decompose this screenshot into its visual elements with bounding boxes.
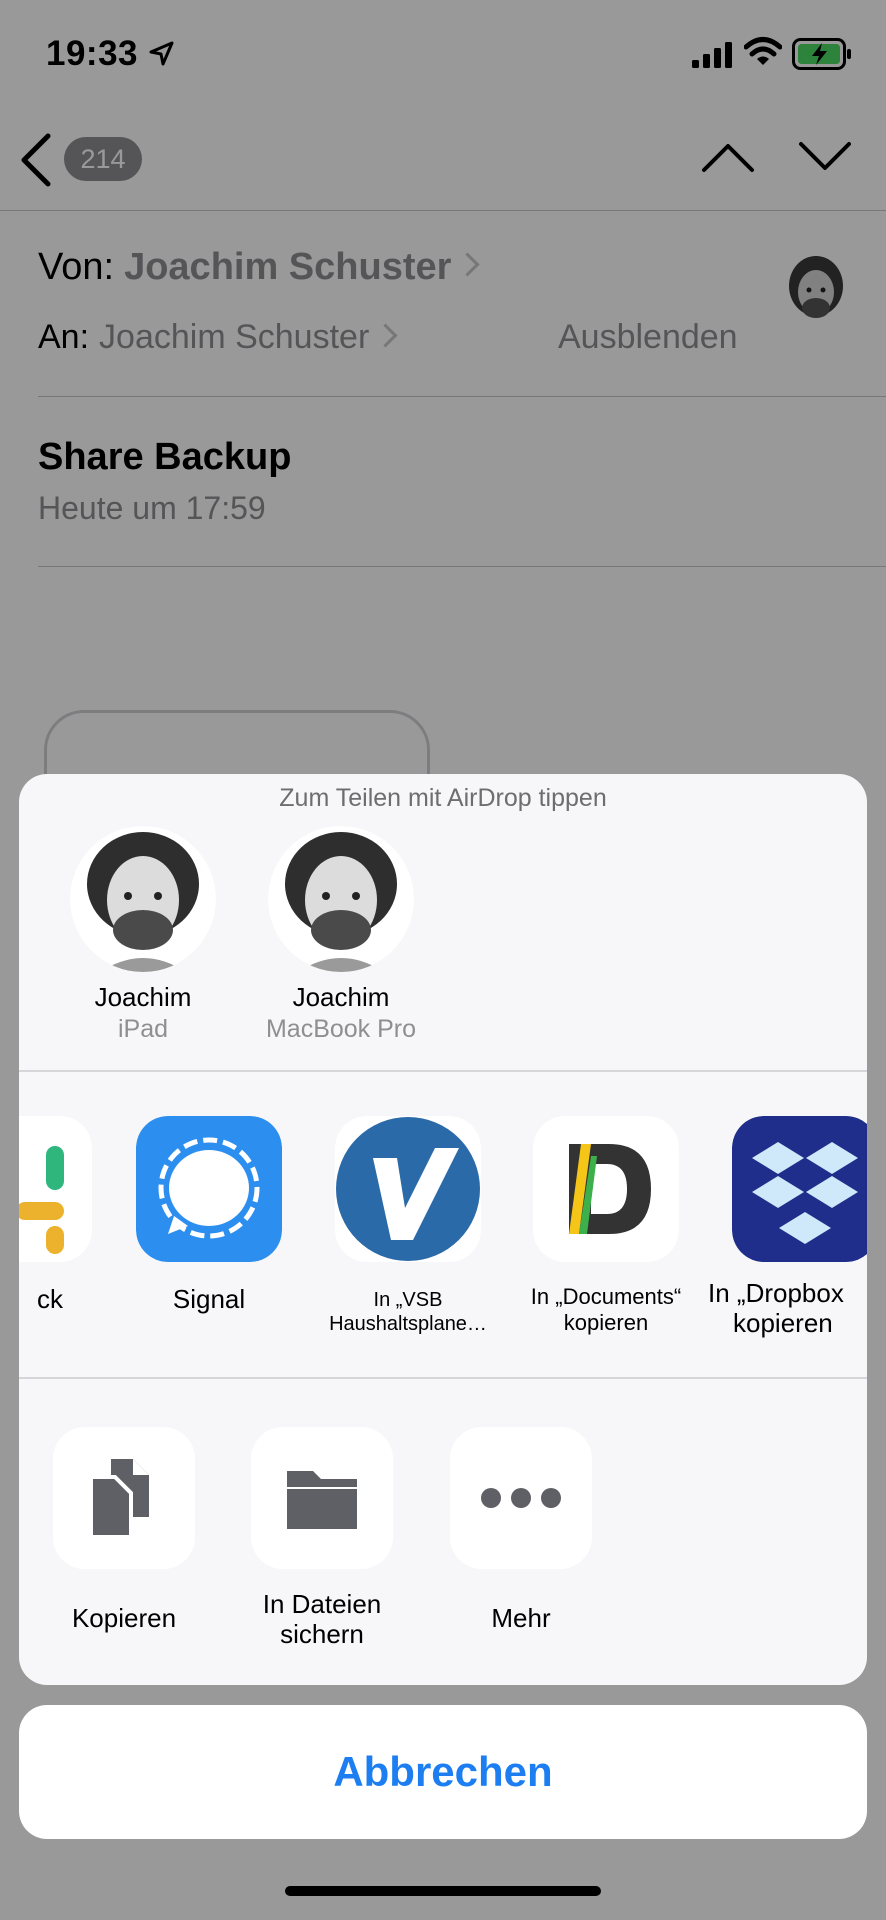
share-app-slack[interactable]: ck (19, 1116, 119, 1314)
app-label-line: kopieren (733, 1308, 833, 1338)
contact-avatar (268, 826, 414, 972)
airdrop-device: iPad (117, 1015, 169, 1043)
airdrop-target-macbook[interactable]: Joachim MacBook Pro (231, 826, 451, 1044)
airdrop-target-ipad[interactable]: Joachim iPad (33, 826, 253, 1044)
app-label: ck (37, 1284, 63, 1314)
vsb-icon (335, 1116, 481, 1262)
action-label: Mehr (491, 1603, 551, 1633)
signal-icon (136, 1116, 282, 1262)
airdrop-hint: Zum Teilen mit AirDrop tippen (279, 784, 607, 812)
app-label: In „VSB Haushaltsplane… (308, 1288, 508, 1336)
app-label: In „Documents“ kopieren (506, 1284, 706, 1336)
dropbox-icon (732, 1116, 867, 1262)
home-indicator[interactable] (285, 1886, 601, 1896)
divider (19, 1070, 867, 1072)
folder-icon (251, 1427, 393, 1569)
more-icon (450, 1427, 592, 1569)
action-copy[interactable]: Kopieren (24, 1427, 224, 1633)
app-label-line: In „VSB (373, 1289, 443, 1311)
airdrop-device: MacBook Pro (265, 1015, 417, 1043)
app-label: Signal (172, 1284, 246, 1314)
airdrop-name: Joachim (94, 982, 192, 1012)
divider (19, 1377, 867, 1379)
airdrop-name: Joachim (292, 982, 390, 1012)
app-label-line: kopieren (563, 1310, 649, 1335)
action-label: Kopieren (71, 1603, 177, 1633)
share-app-vsb[interactable]: In „VSB Haushaltsplane… (308, 1116, 508, 1336)
action-label: In Dateien sichern (222, 1589, 422, 1649)
action-label-line: sichern (280, 1619, 364, 1649)
app-label-line: In „Dropbox (708, 1278, 844, 1308)
action-save-to-files[interactable]: In Dateien sichern (222, 1427, 422, 1649)
contact-avatar (70, 826, 216, 972)
slack-icon (19, 1116, 92, 1262)
app-label-line: Haushaltsplane… (329, 1313, 487, 1335)
app-label: In „Dropbox kopieren (705, 1278, 867, 1338)
share-app-documents[interactable]: In „Documents“ kopieren (506, 1116, 706, 1336)
copy-icon (53, 1427, 195, 1569)
cancel-button[interactable]: Abbrechen (19, 1705, 867, 1839)
app-label-line: In „Documents“ (530, 1284, 682, 1309)
action-more[interactable]: Mehr (421, 1427, 621, 1633)
share-app-signal[interactable]: Signal (109, 1116, 309, 1314)
documents-icon (533, 1116, 679, 1262)
share-app-dropbox[interactable]: In „Dropbox kopieren (705, 1116, 867, 1338)
action-label-line: In Dateien (262, 1589, 382, 1619)
share-sheet: Zum Teilen mit AirDrop tippen Joachim iP… (19, 774, 867, 1685)
